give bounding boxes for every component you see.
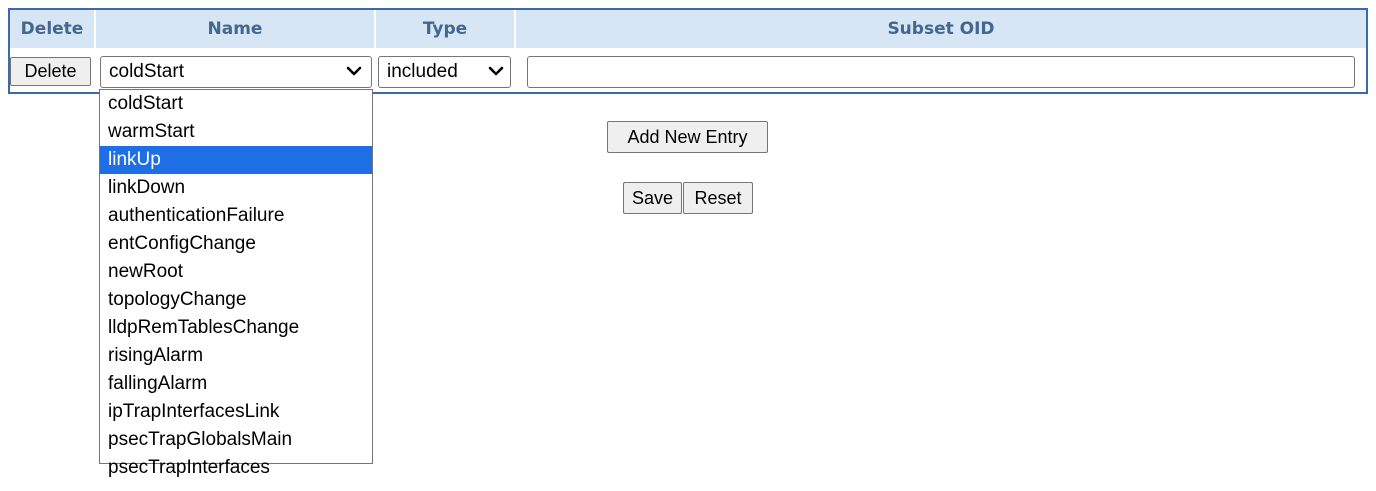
dropdown-option[interactable]: ipTrapInterfacesLink	[100, 398, 372, 426]
header-name: Name	[96, 10, 376, 48]
dropdown-option[interactable]: psecTrapGlobalsMain	[100, 426, 372, 454]
dropdown-option[interactable]: authenticationFailure	[100, 202, 372, 230]
reset-button[interactable]: Reset	[683, 182, 753, 214]
table-header-row: Delete Name Type Subset OID	[10, 10, 1366, 48]
dropdown-option[interactable]: linkDown	[100, 174, 372, 202]
chevron-down-icon	[346, 66, 362, 76]
dropdown-option[interactable]: coldStart	[100, 90, 372, 118]
delete-entry-button[interactable]: Delete	[10, 57, 91, 86]
save-button[interactable]: Save	[623, 182, 682, 214]
dropdown-option-highlighted[interactable]: linkUp	[100, 146, 372, 174]
type-select[interactable]: included	[378, 56, 511, 88]
dropdown-option[interactable]: lldpRemTablesChange	[100, 314, 372, 342]
subset-oid-input[interactable]	[527, 56, 1355, 88]
dropdown-option[interactable]: warmStart	[100, 118, 372, 146]
name-dropdown-list[interactable]: coldStart warmStart linkUp linkDown auth…	[99, 89, 373, 478]
header-type: Type	[376, 10, 516, 48]
dropdown-option[interactable]: risingAlarm	[100, 342, 372, 370]
chevron-down-icon	[488, 66, 504, 76]
add-new-entry-button[interactable]: Add New Entry	[607, 121, 768, 153]
name-select-value: coldStart	[109, 61, 184, 82]
type-select-value: included	[387, 61, 458, 82]
dropdown-option[interactable]: entConfigChange	[100, 230, 372, 258]
header-delete: Delete	[10, 10, 96, 48]
name-select[interactable]: coldStart	[100, 56, 372, 88]
dropdown-option[interactable]: fallingAlarm	[100, 370, 372, 398]
dropdown-option[interactable]: topologyChange	[100, 286, 372, 314]
header-subset-oid: Subset OID	[887, 19, 995, 39]
dropdown-option[interactable]: newRoot	[100, 258, 372, 286]
dropdown-option[interactable]: psecTrapInterfaces	[100, 454, 372, 482]
